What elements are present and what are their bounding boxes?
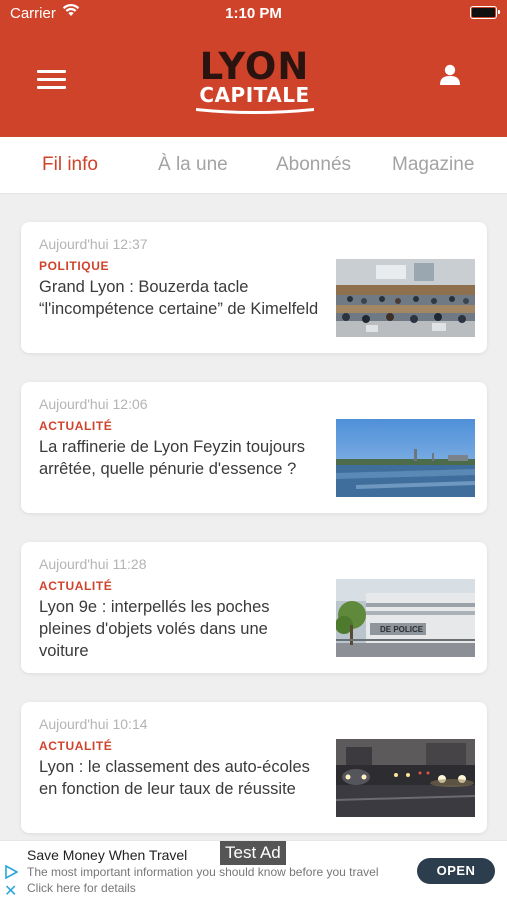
tab-abonnes[interactable]: Abonnés	[276, 154, 351, 176]
article-time: Aujourd'hui 12:37	[39, 236, 148, 252]
user-account-icon[interactable]	[438, 63, 462, 87]
article-category: ACTUALITÉ	[39, 739, 113, 753]
app-header: Carrier 1:10 PM LYON CAPITALE	[0, 0, 507, 137]
logo-line2: CAPITALE	[199, 83, 310, 107]
ad-banner[interactable]: ✕ Save Money When Travel The most import…	[0, 840, 507, 900]
ad-open-button[interactable]: OPEN	[417, 858, 495, 884]
tab-fil-info[interactable]: Fil info	[42, 154, 98, 176]
article-card[interactable]: Aujourd'hui 12:37 POLITIQUE Grand Lyon :…	[21, 222, 487, 353]
article-card[interactable]: Aujourd'hui 12:06 ACTUALITÉ La raffineri…	[21, 382, 487, 513]
ad-choices-play-icon[interactable]	[4, 865, 18, 879]
article-time: Aujourd'hui 12:06	[39, 396, 148, 412]
article-thumbnail	[336, 739, 475, 817]
ad-title: Save Money When Travel	[27, 847, 188, 863]
article-thumbnail: DE POLICE	[336, 579, 475, 657]
logo-swoosh	[196, 108, 314, 114]
status-bar: Carrier 1:10 PM	[0, 0, 507, 28]
ad-details-link[interactable]: Click here for details	[27, 881, 136, 895]
police-sign: DE POLICE	[380, 625, 424, 634]
article-time: Aujourd'hui 10:14	[39, 716, 148, 732]
article-title: Lyon 9e : interpellés les poches pleines…	[39, 598, 270, 660]
ad-body: The most important information you shoul…	[27, 865, 379, 879]
article-card[interactable]: Aujourd'hui 10:14 ACTUALITÉ Lyon : le cl…	[21, 702, 487, 833]
hamburger-menu-icon[interactable]	[37, 70, 66, 90]
article-thumbnail	[336, 259, 475, 337]
tab-magazine[interactable]: Magazine	[392, 154, 474, 176]
logo-line1: LYON	[199, 45, 310, 88]
battery-icon	[470, 6, 500, 19]
article-thumbnail	[336, 419, 475, 497]
tab-a-la-une[interactable]: À la une	[158, 154, 228, 176]
article-title: La raffinerie de Lyon Feyzin toujours ar…	[39, 438, 305, 478]
test-ad-badge: Test Ad	[220, 841, 286, 865]
article-category: POLITIQUE	[39, 259, 110, 273]
article-title: Grand Lyon : Bouzerda tacle “l'incompéte…	[39, 278, 319, 318]
lyon-capitale-logo: LYON CAPITALE	[188, 45, 321, 118]
article-category: ACTUALITÉ	[39, 419, 113, 433]
article-category: ACTUALITÉ	[39, 579, 113, 593]
article-title: Lyon : le classement des auto-écoles en …	[39, 758, 310, 798]
ad-close-icon[interactable]: ✕	[4, 881, 17, 900]
section-tabs: Fil info À la une Abonnés Magazine	[0, 137, 507, 194]
article-card[interactable]: Aujourd'hui 11:28 ACTUALITÉ Lyon 9e : in…	[21, 542, 487, 673]
article-time: Aujourd'hui 11:28	[39, 556, 147, 572]
clock: 1:10 PM	[225, 5, 282, 22]
